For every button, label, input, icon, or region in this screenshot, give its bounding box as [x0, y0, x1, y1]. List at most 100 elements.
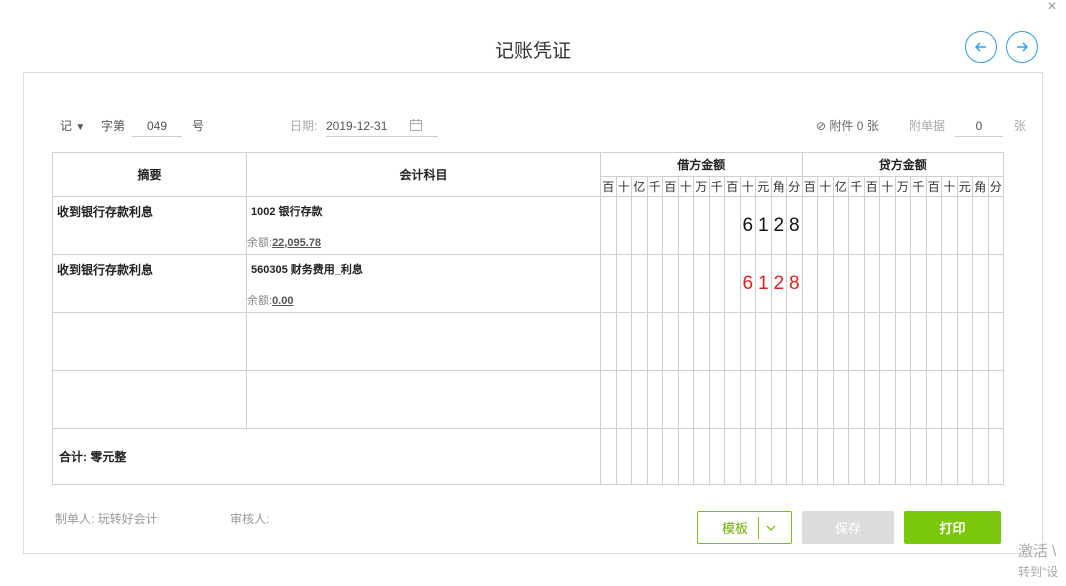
debit-digit-cell[interactable]: [739, 370, 756, 429]
summary-cell[interactable]: [52, 312, 247, 371]
summary-cell[interactable]: [52, 370, 247, 429]
debit-digit-cell[interactable]: [600, 370, 617, 429]
debit-digit-cell[interactable]: 1: [755, 254, 772, 313]
credit-digit-cell[interactable]: [879, 254, 896, 313]
credit-digit-cell[interactable]: [941, 312, 958, 371]
credit-digit-cell[interactable]: [817, 312, 834, 371]
summary-cell[interactable]: 收到银行存款利息: [52, 254, 247, 313]
account-cell[interactable]: 560305 财务费用_利息 余额:0.00: [246, 254, 601, 313]
debit-digit-cell[interactable]: [662, 196, 679, 255]
debit-digit-cell[interactable]: [662, 370, 679, 429]
credit-digit-cell[interactable]: [925, 370, 942, 429]
debit-digit-cell[interactable]: [724, 312, 741, 371]
debit-digit-cell[interactable]: [646, 312, 663, 371]
credit-digit-cell[interactable]: [848, 254, 865, 313]
credit-digit-cell[interactable]: [987, 312, 1004, 371]
debit-digit-cell[interactable]: [615, 312, 632, 371]
debit-digit-cell[interactable]: [646, 370, 663, 429]
debit-digit-cell[interactable]: [677, 312, 694, 371]
debit-digit-cell[interactable]: [631, 196, 648, 255]
account-cell[interactable]: [246, 370, 601, 429]
credit-digit-cell[interactable]: [817, 370, 834, 429]
debit-digit-cell[interactable]: 8: [786, 254, 803, 313]
credit-digit-cell[interactable]: [801, 370, 818, 429]
credit-digit-cell[interactable]: [956, 370, 973, 429]
credit-digit-cell[interactable]: [801, 254, 818, 313]
debit-digit-cell[interactable]: [755, 370, 772, 429]
credit-digit-cell[interactable]: [894, 312, 911, 371]
debit-digit-cell[interactable]: 2: [770, 254, 787, 313]
prev-voucher-button[interactable]: [965, 31, 997, 63]
credit-digit-cell[interactable]: [956, 254, 973, 313]
save-button[interactable]: 保存: [802, 511, 894, 544]
credit-digit-cell[interactable]: [832, 370, 849, 429]
credit-digit-cell[interactable]: [941, 370, 958, 429]
debit-digit-cell[interactable]: 8: [786, 196, 803, 255]
debit-digit-cell[interactable]: [631, 312, 648, 371]
credit-digit-cell[interactable]: [910, 196, 927, 255]
credit-digit-cell[interactable]: [925, 196, 942, 255]
debit-digit-cell[interactable]: [693, 196, 710, 255]
attachment-link[interactable]: ⊘ 附件 0 张: [816, 116, 879, 136]
next-voucher-button[interactable]: [1006, 31, 1038, 63]
voucher-entry-row[interactable]: [52, 370, 1004, 429]
debit-digit-cell[interactable]: [693, 254, 710, 313]
credit-digit-cell[interactable]: [879, 312, 896, 371]
credit-digit-cell[interactable]: [972, 370, 989, 429]
credit-digit-cell[interactable]: [832, 312, 849, 371]
debit-digit-cell[interactable]: 6: [739, 196, 756, 255]
summary-cell[interactable]: 收到银行存款利息: [52, 196, 247, 255]
credit-digit-cell[interactable]: [941, 196, 958, 255]
credit-digit-cell[interactable]: [832, 254, 849, 313]
debit-digit-cell[interactable]: [600, 312, 617, 371]
credit-digit-cell[interactable]: [863, 254, 880, 313]
credit-digit-cell[interactable]: [863, 370, 880, 429]
credit-digit-cell[interactable]: [879, 370, 896, 429]
debit-digit-cell[interactable]: [662, 254, 679, 313]
debit-digit-cell[interactable]: [708, 312, 725, 371]
account-cell[interactable]: 1002 银行存款 余额:22,095.78: [246, 196, 601, 255]
debit-digit-cell[interactable]: [755, 312, 772, 371]
credit-digit-cell[interactable]: [987, 370, 1004, 429]
credit-digit-cell[interactable]: [987, 254, 1004, 313]
debit-digit-cell[interactable]: [631, 370, 648, 429]
debit-digit-cell[interactable]: [677, 254, 694, 313]
credit-digit-cell[interactable]: [817, 196, 834, 255]
debit-digit-cell[interactable]: [600, 254, 617, 313]
credit-digit-cell[interactable]: [956, 196, 973, 255]
attach-doc-input[interactable]: 0: [955, 116, 1003, 137]
voucher-entry-row[interactable]: 收到银行存款利息 560305 财务费用_利息 余额:0.00 6 1 2 8: [52, 254, 1004, 313]
credit-digit-cell[interactable]: [863, 196, 880, 255]
debit-digit-cell[interactable]: [615, 370, 632, 429]
credit-digit-cell[interactable]: [863, 312, 880, 371]
credit-digit-cell[interactable]: [972, 254, 989, 313]
credit-digit-cell[interactable]: [848, 370, 865, 429]
debit-digit-cell[interactable]: 1: [755, 196, 772, 255]
debit-digit-cell[interactable]: [646, 254, 663, 313]
credit-digit-cell[interactable]: [894, 254, 911, 313]
debit-digit-cell[interactable]: [724, 254, 741, 313]
credit-digit-cell[interactable]: [925, 254, 942, 313]
credit-digit-cell[interactable]: [956, 312, 973, 371]
credit-digit-cell[interactable]: [817, 254, 834, 313]
credit-digit-cell[interactable]: [910, 312, 927, 371]
account-cell[interactable]: [246, 312, 601, 371]
voucher-number-input[interactable]: 049: [132, 116, 182, 137]
credit-digit-cell[interactable]: [987, 196, 1004, 255]
debit-digit-cell[interactable]: [770, 370, 787, 429]
debit-digit-cell[interactable]: [786, 370, 803, 429]
chevron-down-icon[interactable]: [765, 522, 777, 534]
debit-digit-cell[interactable]: [631, 254, 648, 313]
debit-digit-cell[interactable]: 2: [770, 196, 787, 255]
calendar-icon[interactable]: [409, 118, 423, 132]
credit-digit-cell[interactable]: [972, 196, 989, 255]
debit-digit-cell[interactable]: [615, 254, 632, 313]
voucher-entry-row[interactable]: 收到银行存款利息 1002 银行存款 余额:22,095.78 6 1 2 8: [52, 196, 1004, 255]
credit-digit-cell[interactable]: [879, 196, 896, 255]
credit-digit-cell[interactable]: [910, 254, 927, 313]
credit-digit-cell[interactable]: [832, 196, 849, 255]
template-button[interactable]: 模板: [697, 511, 792, 544]
voucher-entry-row[interactable]: [52, 312, 1004, 371]
debit-digit-cell[interactable]: [677, 370, 694, 429]
debit-digit-cell[interactable]: [677, 196, 694, 255]
